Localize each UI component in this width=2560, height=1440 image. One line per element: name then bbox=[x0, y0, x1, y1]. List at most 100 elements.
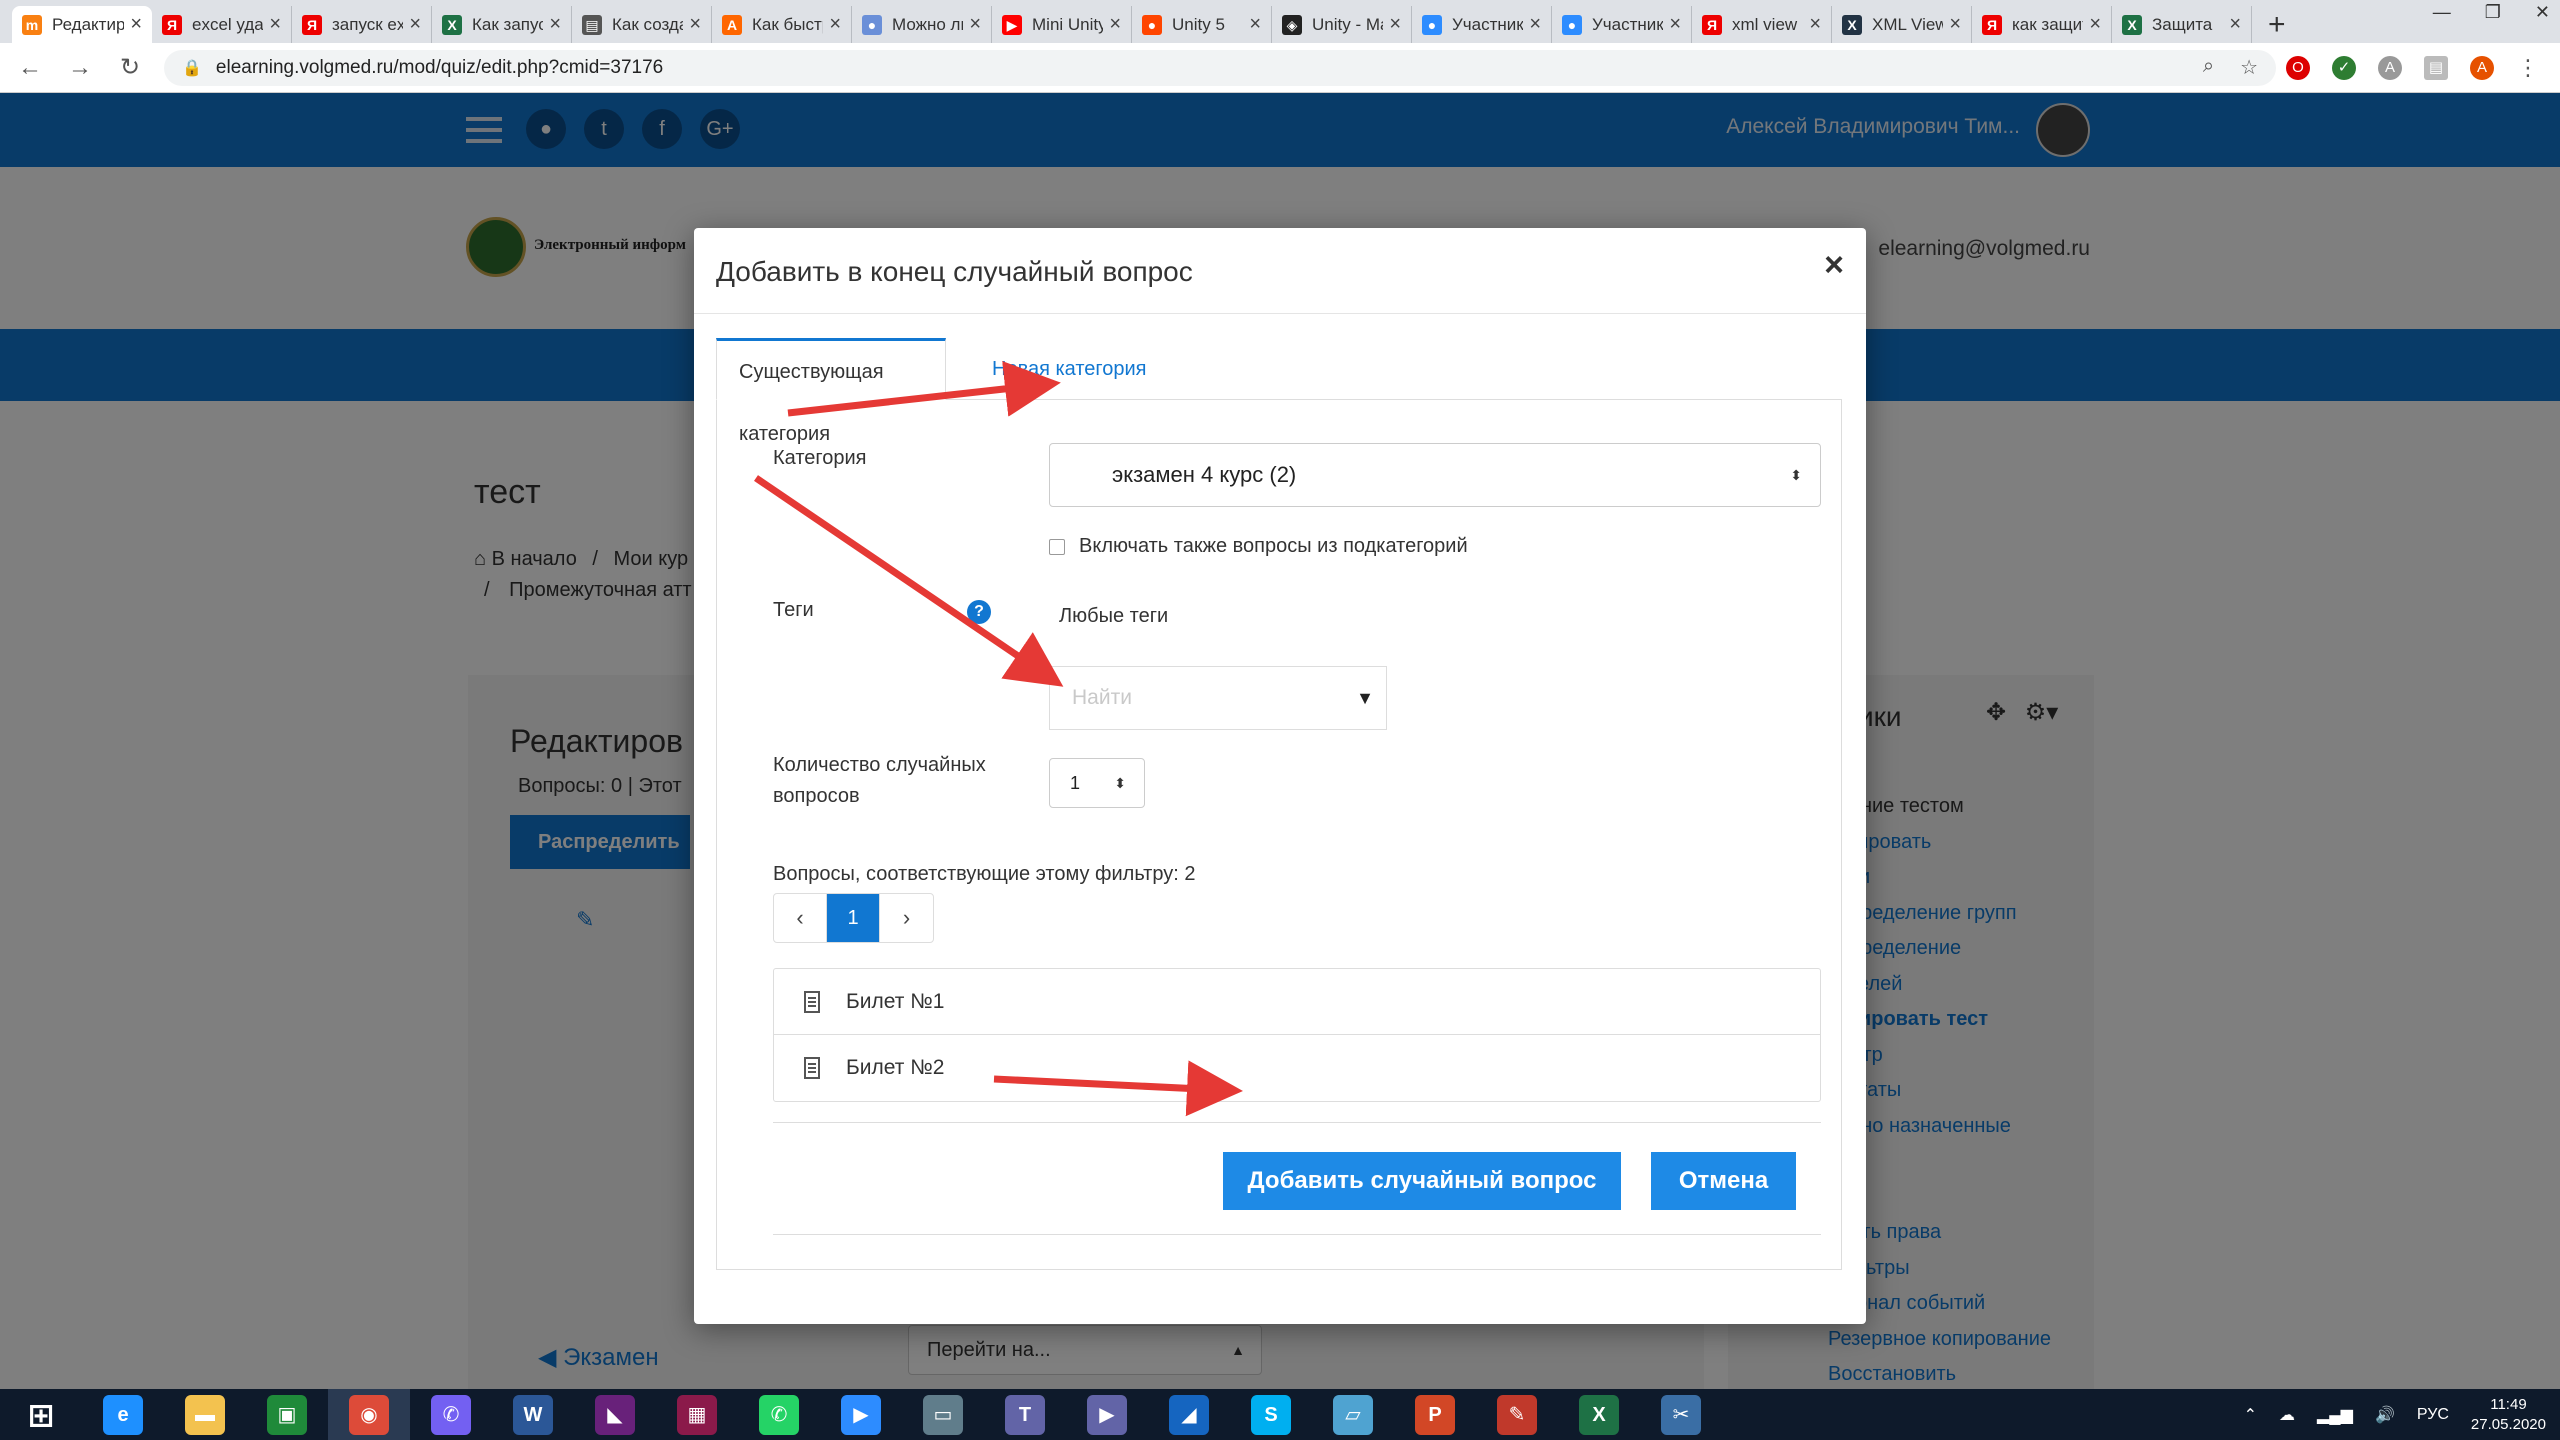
browser-tab[interactable]: Яexcel удалить× bbox=[152, 6, 292, 43]
skype-icon: S bbox=[1251, 1394, 1291, 1435]
taskbar-button[interactable]: ▱ bbox=[1312, 1389, 1394, 1440]
taskbar-button[interactable]: T bbox=[984, 1389, 1066, 1440]
triangle-icon: A bbox=[722, 14, 742, 35]
browser-tab[interactable]: ● Участники× bbox=[1552, 6, 1692, 43]
taskbar-button[interactable]: ▶ bbox=[820, 1389, 902, 1440]
windows-start-icon: ⊞ bbox=[27, 1396, 55, 1433]
close-tab-icon[interactable]: × bbox=[829, 13, 841, 36]
taskbar-button[interactable]: e bbox=[82, 1389, 164, 1440]
back-icon[interactable]: ← bbox=[10, 54, 50, 82]
shield-extension-icon[interactable]: ✓ bbox=[2332, 55, 2356, 80]
opera-extension-icon[interactable]: O bbox=[2286, 55, 2310, 80]
taskbar-button[interactable]: W bbox=[492, 1389, 574, 1440]
cloud-icon[interactable]: ☁ bbox=[2279, 1405, 2295, 1425]
close-tab-icon[interactable]: × bbox=[1949, 13, 1961, 36]
taskbar-button[interactable]: ✆ bbox=[738, 1389, 820, 1440]
include-subcategories-checkbox[interactable] bbox=[1049, 538, 1065, 555]
browser-tab[interactable]: ● Можно ли × bbox=[852, 6, 992, 43]
quantity-select[interactable]: 1 ⬍ bbox=[1049, 758, 1145, 808]
taskbar-button[interactable]: ▣ bbox=[246, 1389, 328, 1440]
browser-tab[interactable]: X Как запустить × bbox=[432, 6, 572, 43]
new-tab-icon[interactable]: + bbox=[2252, 6, 2302, 43]
taskbar-button[interactable]: ◣ bbox=[574, 1389, 656, 1440]
close-tab-icon[interactable]: × bbox=[2229, 13, 2241, 36]
browser-tab[interactable]: Язапуск excel × bbox=[292, 6, 432, 43]
taskbar-button[interactable]: ▦ bbox=[656, 1389, 738, 1440]
tab-existing-category[interactable]: Существующая категория bbox=[716, 338, 946, 445]
close-icon[interactable]: × bbox=[1824, 246, 1844, 285]
close-tab-icon[interactable]: × bbox=[1109, 13, 1121, 36]
bookmark-star-icon[interactable]: ☆ bbox=[2240, 55, 2258, 80]
close-tab-icon[interactable]: × bbox=[1809, 13, 1821, 36]
extension-a-icon[interactable]: A bbox=[2378, 55, 2402, 80]
close-tab-icon[interactable]: × bbox=[549, 13, 561, 36]
taskbar-button[interactable]: ▭ bbox=[902, 1389, 984, 1440]
dropdown-triangle-icon[interactable]: ▼ bbox=[1356, 667, 1374, 729]
add-random-question-button[interactable]: Добавить случайный вопрос bbox=[1223, 1152, 1621, 1210]
zoom-icon[interactable]: ⌕ bbox=[2203, 55, 2214, 80]
browser-tab[interactable]: ● Участники× bbox=[1412, 6, 1552, 43]
browser-tab[interactable]: X XML Viewer × bbox=[1832, 6, 1972, 43]
tab-label: Unity 5 bbox=[1172, 14, 1225, 34]
tab-new-category[interactable]: Новая категория bbox=[970, 338, 1169, 400]
category-select[interactable]: экзамен 4 курс (2) ⬍ bbox=[1049, 443, 1821, 507]
include-subcategories-label[interactable]: Включать также вопросы из подкатегорий bbox=[1079, 535, 1468, 558]
taskbar-button[interactable]: ✆ bbox=[410, 1389, 492, 1440]
profile-avatar[interactable]: A bbox=[2470, 55, 2494, 80]
close-tab-icon[interactable]: × bbox=[2089, 13, 2101, 36]
close-tab-icon[interactable]: × bbox=[1669, 13, 1681, 36]
close-tab-icon[interactable]: × bbox=[969, 13, 981, 36]
category-selected-value: экзамен 4 курс (2) bbox=[1112, 462, 1297, 487]
browser-tab[interactable]: ▤ Как создать × bbox=[572, 6, 712, 43]
divider bbox=[773, 1122, 1821, 1123]
browser-tab[interactable]: Якак защитить × bbox=[1972, 6, 2112, 43]
browser-tab[interactable]: m Редактирование теста× bbox=[12, 6, 152, 43]
forward-icon[interactable]: → bbox=[60, 54, 100, 82]
browser-tab[interactable]: ▶ Mini Unity × bbox=[992, 6, 1132, 43]
close-tab-icon[interactable]: × bbox=[689, 13, 701, 36]
image-viewer-icon: ▭ bbox=[923, 1394, 963, 1435]
help-icon[interactable]: ? bbox=[967, 600, 991, 624]
taskbar-button[interactable]: ▬ bbox=[164, 1389, 246, 1440]
taskbar-button[interactable]: ✂ bbox=[1640, 1389, 1722, 1440]
language-indicator[interactable]: РУС bbox=[2417, 1406, 2449, 1424]
browser-tab[interactable]: ● Unity 5 × bbox=[1132, 6, 1272, 43]
close-tab-icon[interactable]: × bbox=[1529, 13, 1541, 36]
snipping-tool-icon: ✂ bbox=[1661, 1394, 1701, 1435]
browser-tab[interactable]: ◈ Unity - Manual × bbox=[1272, 6, 1412, 43]
pager-next-icon[interactable]: › bbox=[880, 894, 933, 942]
taskbar-button[interactable]: S bbox=[1230, 1389, 1312, 1440]
reader-extension-icon[interactable]: ▤ bbox=[2424, 55, 2448, 80]
taskbar-button[interactable]: X bbox=[1558, 1389, 1640, 1440]
tag-search-input[interactable]: Найти ▼ bbox=[1049, 666, 1387, 730]
taskbar-button[interactable]: ◢ bbox=[1148, 1389, 1230, 1440]
cancel-button[interactable]: Отмена bbox=[1651, 1152, 1796, 1210]
pager-page-1[interactable]: 1 bbox=[827, 894, 880, 942]
menu-kebab-icon[interactable]: ⋮ bbox=[2516, 55, 2540, 80]
close-window-icon[interactable]: ✕ bbox=[2535, 0, 2550, 24]
close-tab-icon[interactable]: × bbox=[130, 13, 142, 36]
taskbar-button[interactable]: ⊞ bbox=[0, 1389, 82, 1440]
winrar-icon: ▦ bbox=[677, 1394, 717, 1435]
browser-tab[interactable]: Яxml view × bbox=[1692, 6, 1832, 43]
tab-label: XML Viewer bbox=[1872, 14, 1943, 34]
reload-icon[interactable]: ↻ bbox=[110, 53, 150, 82]
pager-prev-icon[interactable]: ‹ bbox=[774, 894, 827, 942]
taskbar-button[interactable]: ▶ bbox=[1066, 1389, 1148, 1440]
network-icon[interactable]: ▂▄▆ bbox=[2317, 1405, 2353, 1425]
tray-chevron-icon[interactable]: ⌃ bbox=[2244, 1405, 2257, 1425]
taskbar-button[interactable]: ✎ bbox=[1476, 1389, 1558, 1440]
browser-tab[interactable]: X Защита × bbox=[2112, 6, 2252, 43]
close-tab-icon[interactable]: × bbox=[1249, 13, 1261, 36]
close-tab-icon[interactable]: × bbox=[409, 13, 421, 36]
taskbar-button[interactable]: P bbox=[1394, 1389, 1476, 1440]
browser-tab[interactable]: A Как быстро × bbox=[712, 6, 852, 43]
clock[interactable]: 11:49 27.05.2020 bbox=[2471, 1395, 2546, 1435]
minimize-icon[interactable]: — bbox=[2433, 0, 2451, 24]
restore-icon[interactable]: ❐ bbox=[2485, 0, 2501, 24]
close-tab-icon[interactable]: × bbox=[269, 13, 281, 36]
url-field[interactable]: 🔒 elearning.volgmed.ru/mod/quiz/edit.php… bbox=[164, 49, 2276, 86]
volume-icon[interactable]: 🔊 bbox=[2375, 1405, 2395, 1425]
taskbar-button[interactable]: ◉ bbox=[328, 1389, 410, 1440]
close-tab-icon[interactable]: × bbox=[1389, 13, 1401, 36]
